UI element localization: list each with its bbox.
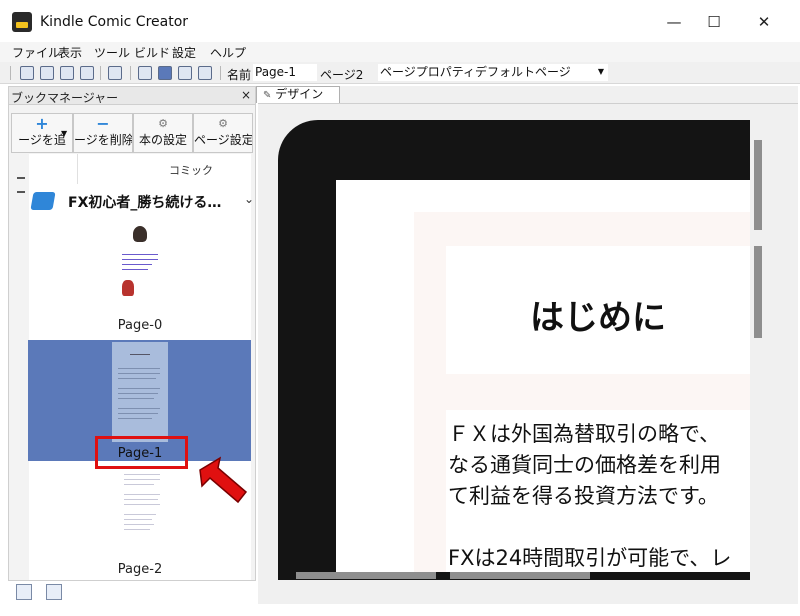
page-thumbnail-2[interactable] (118, 470, 166, 552)
toolbar: 名前 Page-1 ページ2 ページプロパティデフォルトページ ▼ (0, 62, 800, 84)
name-label: 名前 (227, 68, 252, 82)
page-label-0: Page-0 (117, 318, 163, 333)
page-label-2: Page-2 (117, 562, 163, 577)
book-icon (30, 192, 56, 210)
tab-design[interactable]: ✎ デザイン (256, 86, 340, 103)
delete-page-label: ージを削除 (74, 133, 132, 147)
toolbar-separator (220, 66, 221, 80)
copy-icon[interactable] (60, 66, 74, 80)
horizontal-scroll-thumb[interactable] (450, 572, 590, 579)
character-image (122, 280, 134, 296)
comic-label: コミック (169, 164, 213, 177)
vertical-scroll-thumb[interactable] (754, 246, 762, 338)
body-line-1: ＦＸは外国為替取引の略で、 (448, 422, 721, 446)
page-property-select[interactable]: ページプロパティデフォルトページ ▼ (378, 64, 608, 81)
page-name-field[interactable]: Page-1 (253, 64, 317, 81)
menu-settings[interactable]: 設定 (172, 44, 196, 61)
character-image (133, 226, 147, 242)
panel-close-button[interactable]: × (241, 88, 251, 102)
page-number-label: ページ2 (320, 68, 364, 82)
body-line-3: て利益を得る投資方法です。 (448, 484, 719, 508)
pen-icon: ✎ (263, 90, 272, 101)
body-line-2: なる通貨同士の価格差を利用 (448, 453, 721, 477)
chevron-down-icon[interactable]: ▼ (61, 129, 67, 138)
text-icon[interactable] (178, 66, 192, 80)
list-view-icon[interactable] (16, 584, 32, 600)
duplicate-icon[interactable] (108, 66, 122, 80)
kindle-app-icon (12, 12, 32, 32)
minus-icon: − (96, 114, 110, 133)
horizontal-scroll-thumb[interactable] (296, 572, 436, 579)
book-settings-label: 本の設定 (138, 133, 187, 147)
book-node[interactable]: FX初心者_勝ち続ける… (10, 190, 255, 212)
page-settings-label: ページ設定 (194, 133, 252, 147)
grid-view-icon[interactable] (46, 584, 62, 600)
open-book-icon[interactable] (40, 66, 54, 80)
toolbar-separator (10, 66, 11, 80)
menu-view[interactable]: 表示 (58, 44, 82, 61)
menu-tools[interactable]: ツール (94, 44, 130, 61)
page-thumbnail-1[interactable] (112, 342, 168, 442)
vertical-scroll-thumb[interactable] (754, 140, 762, 230)
delete-page-button[interactable]: − ージを削除 (73, 113, 133, 153)
column-divider (77, 154, 78, 184)
chevron-down-icon: ▼ (597, 67, 604, 76)
highlight-box (95, 436, 188, 469)
menu-file[interactable]: ファイル (12, 44, 60, 61)
gear-icon: ⚙ (218, 117, 228, 130)
page-property-value: ページプロパティデフォルトページ (380, 65, 571, 79)
menu-bar: ファイル 表示 ツール ビルド 設定 ヘルプ (0, 42, 800, 62)
tab-design-label: デザイン (275, 87, 324, 101)
collapse-handle[interactable] (17, 177, 25, 179)
red-arrow-icon (199, 456, 248, 504)
body-line-5: FXは24時間取引が可能で、レ (448, 546, 732, 570)
maximize-button[interactable]: ☐ (694, 10, 734, 34)
folder-icon[interactable] (158, 66, 172, 80)
panel-title: ブックマネージャー (11, 91, 119, 105)
title-bar: Kindle Comic Creator — ☐ ✕ (0, 0, 800, 44)
export-icon[interactable] (80, 66, 94, 80)
menu-build[interactable]: ビルド (134, 44, 170, 61)
window-title: Kindle Comic Creator (40, 14, 189, 30)
save-icon[interactable] (20, 66, 34, 80)
book-title: FX初心者_勝ち続ける… (68, 195, 222, 211)
chevron-down-icon[interactable]: ⌄ (244, 192, 254, 206)
page-settings-button[interactable]: ⚙ ページ設定 (193, 113, 253, 153)
panel-header: ブックマネージャー × (9, 87, 255, 105)
toolbar-separator (130, 66, 131, 80)
image-icon[interactable] (138, 66, 152, 80)
close-button[interactable]: ✕ (744, 10, 784, 34)
page-thumbnail-0[interactable] (116, 222, 166, 300)
page-heading[interactable]: はじめに (446, 290, 750, 339)
gear-icon: ⚙ (158, 117, 168, 130)
menu-help[interactable]: ヘルプ (210, 44, 246, 61)
minimize-button[interactable]: — (654, 10, 694, 34)
text-box-icon[interactable] (198, 66, 212, 80)
toolbar-separator (100, 66, 101, 80)
book-settings-button[interactable]: ⚙ 本の設定 (133, 113, 193, 153)
